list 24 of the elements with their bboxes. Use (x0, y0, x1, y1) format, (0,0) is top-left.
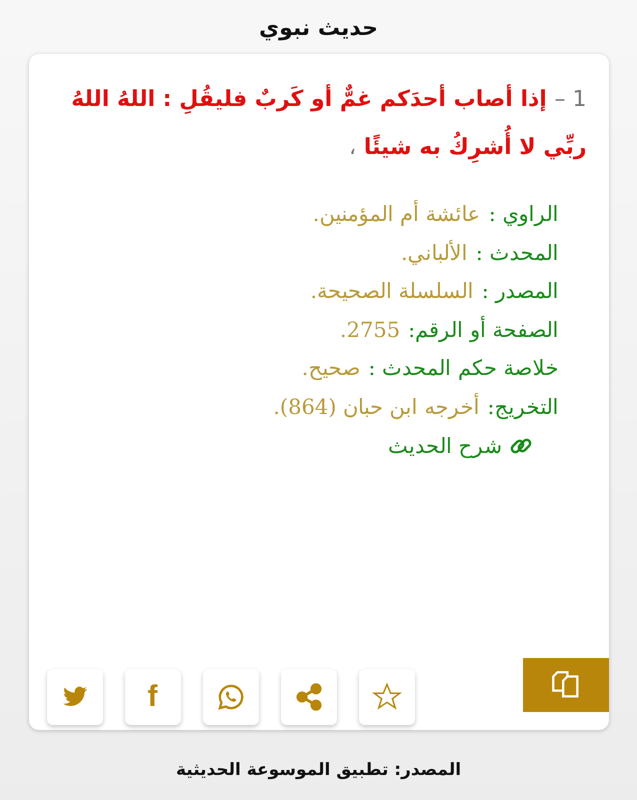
phone-bubble-icon (216, 683, 244, 711)
detail-value: أخرجه ابن حبان (864). (273, 394, 480, 422)
bird-button[interactable] (46, 669, 102, 725)
detail-value: الألباني. (401, 240, 468, 267)
detail-value: 2755. (340, 318, 400, 344)
detail-label: المصدر : (482, 279, 558, 306)
source-note: المصدر: تطبيق الموسوعة الحديثية (176, 760, 462, 780)
star-icon (372, 682, 402, 712)
letter-button[interactable]: f (124, 669, 180, 725)
phone-button[interactable] (202, 669, 258, 725)
explanation-link[interactable]: شرح الحديث (388, 434, 532, 458)
star-button[interactable] (358, 669, 414, 725)
detail-value: عائشة أم المؤمنين. (312, 202, 481, 241)
detail-label: خلاصة حكم المحدث : (368, 356, 558, 382)
share-button[interactable] (280, 669, 336, 725)
detail-value: السلسلة الصحيحة. (310, 279, 474, 306)
detail-label: الراوي : (488, 202, 558, 228)
detail-label: التخريج: (487, 394, 558, 422)
copy-button[interactable] (522, 658, 608, 712)
detail-value: صحيح. (302, 356, 360, 382)
page-title: حديث نبوي (259, 16, 378, 43)
detail-label: الصفحة أو الرقم: (408, 318, 558, 344)
detail-label: المحدث : (476, 240, 558, 267)
share-icon (294, 683, 322, 711)
